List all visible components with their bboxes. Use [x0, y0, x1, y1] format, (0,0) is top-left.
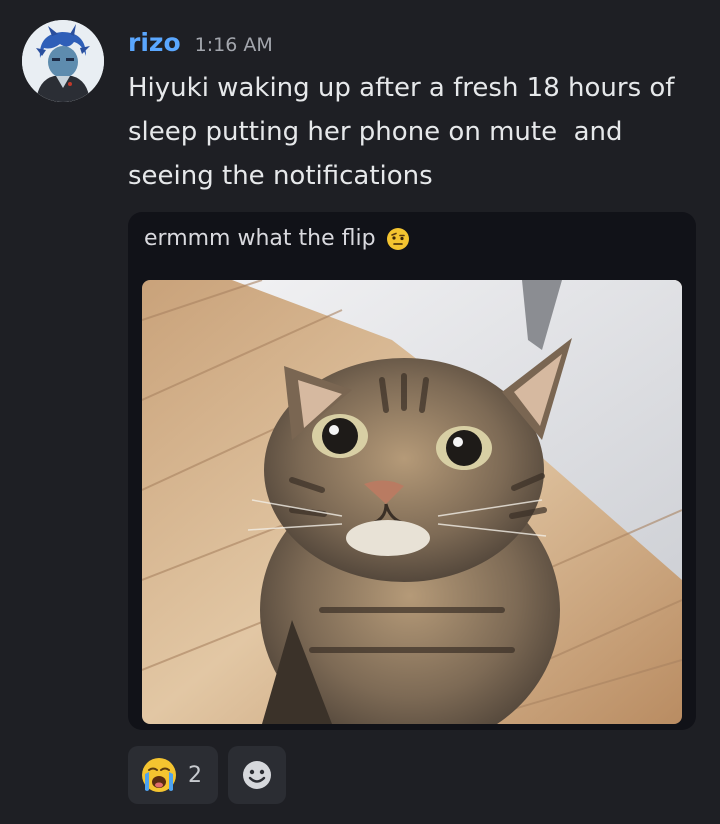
message-header: rizo 1:16 AM — [128, 28, 273, 62]
loudly-crying-emoji-icon — [142, 758, 176, 792]
cat-photo — [142, 280, 682, 724]
meme-caption-text: ermmm what the flip — [144, 226, 376, 251]
reactions-bar: 2 — [128, 746, 286, 804]
chat-message: rizo 1:16 AM Hiyuki waking up after a fr… — [0, 0, 720, 824]
reaction-loudly-crying[interactable]: 2 — [128, 746, 218, 804]
raised-eyebrow-emoji-icon — [386, 227, 409, 250]
avatar[interactable] — [22, 20, 104, 102]
reaction-count: 2 — [188, 762, 202, 788]
add-reaction-button[interactable] — [228, 746, 286, 804]
image-attachment[interactable]: ermmm what the flip — [128, 212, 696, 730]
smiley-add-reaction-icon — [243, 761, 271, 789]
meme-caption: ermmm what the flip — [144, 226, 410, 251]
message-text: Hiyuki waking up after a fresh 18 hours … — [128, 73, 683, 191]
username[interactable]: rizo — [128, 28, 181, 57]
timestamp: 1:16 AM — [194, 34, 273, 56]
